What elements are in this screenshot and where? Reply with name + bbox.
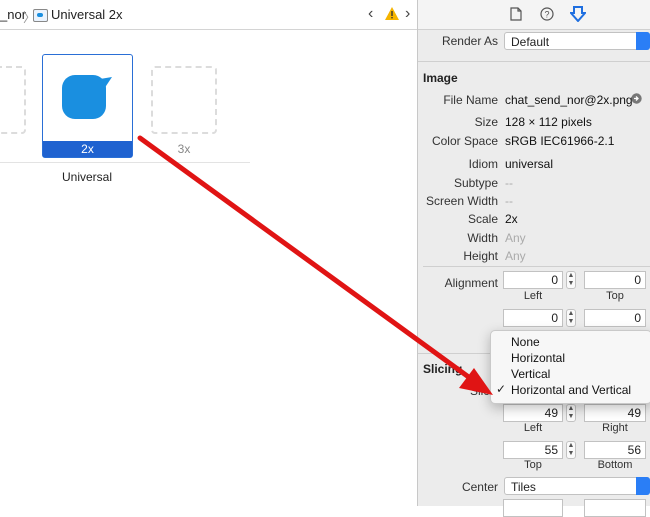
width-value: Any [505,231,526,245]
svg-text:?: ? [544,10,549,20]
image-section-title: Image [423,71,458,85]
slice-left-caption: Left [523,422,543,434]
file-name-label: File Name [443,93,498,107]
slot-divider [0,162,250,163]
slot-3x-label: 3x [177,142,191,156]
color-space-value: sRGB IEC61966-2.1 [505,134,615,148]
render-as-popup[interactable]: Default [504,32,650,50]
forward-arrow-icon[interactable]: › [405,5,410,23]
section-divider [418,61,650,62]
height-label: Height [463,249,498,263]
color-space-label: Color Space [431,134,498,148]
slice-left-field[interactable]: 49 [503,404,563,422]
inspector-toolbar: ? [418,0,650,30]
menu-item-none[interactable]: None [511,335,540,349]
slice-top-stepper[interactable]: ▲ ▼ [566,441,576,459]
alignment-bottom-field[interactable]: 0 [503,309,563,327]
render-as-label: Render As [441,34,498,48]
slice-top-caption: Top [524,459,542,471]
render-as-value: Default [511,35,550,49]
scale-label: Scale [467,212,498,226]
asset-canvas: _nor 〉 Universal 2x ‹ › 2x 3x Universal [0,0,417,506]
jump-bar: _nor 〉 Universal 2x ‹ › [0,0,417,30]
alignment-top-caption: Top [606,290,624,302]
slice-top-field[interactable]: 55 [503,441,563,459]
subtype-label: Subtype [453,176,498,190]
idiom-value: universal [505,157,554,171]
slot-2x-label: 2x [43,141,132,157]
alignment-left-caption: Left [523,290,543,302]
menu-item-vertical[interactable]: Vertical [511,367,550,381]
menu-item-horizontal-and-vertical[interactable]: Horizontal and Vertical [511,383,631,397]
slice-right-field[interactable]: 49 [584,404,646,422]
center-value: Tiles [511,480,536,494]
chat-bubble-image [62,75,112,119]
height-value: Any [505,249,526,263]
file-name-value: chat_send_nor@2x.png [505,93,633,107]
subsection-divider [423,266,650,267]
attributes-inspector-icon[interactable] [568,6,588,25]
size-value: 128 × 112 pixels [505,115,592,129]
screen-width-label: Screen Width [425,194,498,208]
slot-1x[interactable] [0,66,26,134]
alignment-right-field[interactable]: 0 [584,309,646,327]
center-popup[interactable]: Tiles [504,477,650,495]
partial-field[interactable] [503,499,563,517]
center-label: Center [461,480,498,494]
slice-right-caption: Right [602,422,628,434]
attributes-inspector: ? Render As Default Image File Name chat… [418,0,650,517]
idiom-label: Idiom [468,157,498,171]
help-icon[interactable]: ? [540,7,554,24]
scale-value: 2x [505,212,518,226]
width-label: Width [467,231,498,245]
slice-left-stepper[interactable]: ▲ ▼ [566,404,576,422]
popup-chevron-icon [636,32,650,50]
alignment-label: Alignment [444,276,498,290]
size-label: Size [474,115,498,129]
popup-chevron-icon [636,477,650,495]
slot-3x[interactable] [151,66,217,134]
menu-item-horizontal[interactable]: Horizontal [511,351,565,365]
breadcrumb-current[interactable]: Universal 2x [51,7,123,22]
group-label: Universal [61,170,112,184]
subtype-value: -- [505,176,513,190]
checkmark-icon: ✓ [496,382,507,396]
alignment-left-stepper[interactable]: ▲ ▼ [566,271,576,289]
image-set-icon [33,9,48,22]
partial-field[interactable] [584,499,646,517]
slice-bottom-caption: Bottom [597,459,633,471]
slice-bottom-field[interactable]: 56 [584,441,646,459]
back-arrow-icon[interactable]: ‹ [368,5,373,23]
reveal-arrow-icon[interactable] [631,93,642,107]
alignment-bottom-stepper[interactable]: ▲ ▼ [566,309,576,327]
file-inspector-icon[interactable] [510,7,522,24]
slot-2x[interactable]: 2x [42,54,133,158]
slicing-section-title: Slicing [423,362,463,376]
screen-width-value: -- [505,194,513,208]
warning-icon[interactable] [385,7,399,23]
slices-dropdown-menu: None Horizontal Vertical ✓ Horizontal an… [490,330,650,404]
alignment-top-field[interactable]: 0 [584,271,646,289]
alignment-left-field[interactable]: 0 [503,271,563,289]
